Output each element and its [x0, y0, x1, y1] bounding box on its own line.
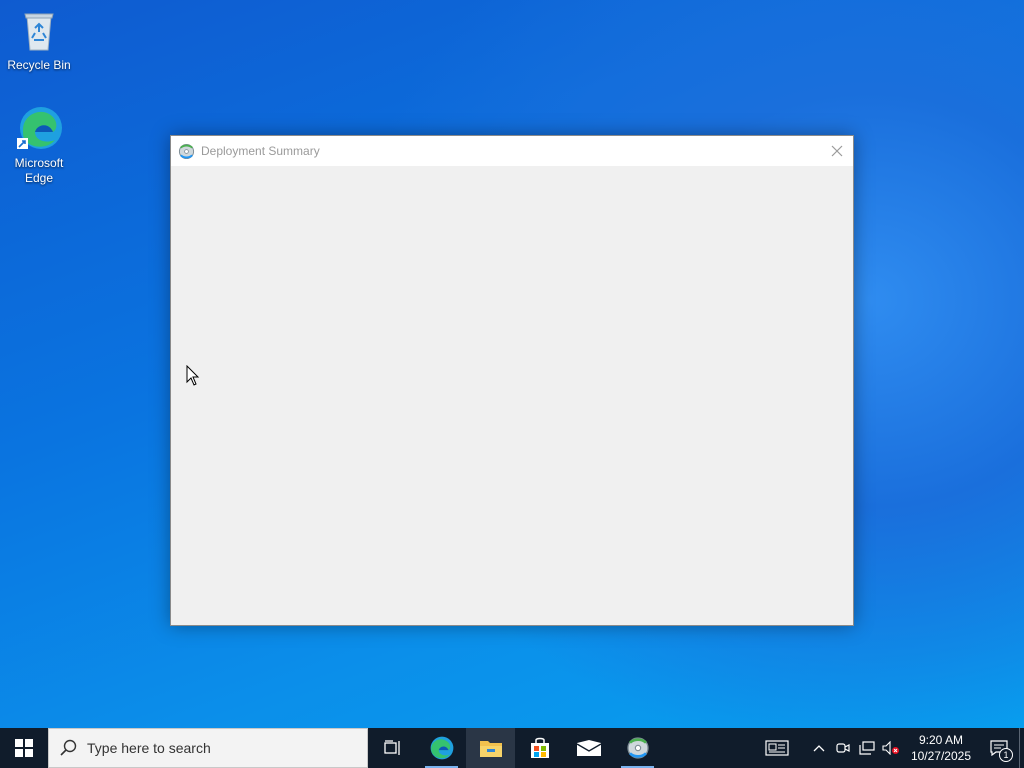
close-button[interactable] — [821, 136, 853, 166]
deployment-summary-window: Deployment Summary — [170, 135, 854, 626]
recycle-bin-icon — [24, 13, 54, 51]
show-desktop-button[interactable] — [1019, 728, 1024, 768]
desktop-icon-label: Microsoft Edge — [14, 156, 64, 185]
volume-muted-icon — [882, 741, 899, 755]
search-placeholder: Type here to search — [87, 740, 211, 756]
tray-meet-now-button[interactable] — [831, 728, 855, 768]
desktop-icon-recycle-bin[interactable]: Recycle Bin — [3, 6, 75, 73]
folder-icon — [479, 741, 502, 757]
window-titlebar[interactable]: Deployment Summary — [171, 136, 853, 166]
window-title: Deployment Summary — [201, 144, 320, 158]
chevron-up-icon — [813, 745, 825, 752]
taskbar-mail-button[interactable] — [564, 728, 613, 768]
edge-icon — [430, 736, 453, 760]
system-tray: 9:20 AM 10/27/2025 1 — [757, 728, 1024, 768]
windows-logo-icon — [15, 739, 33, 757]
action-center-button[interactable]: 1 — [979, 728, 1019, 768]
clock-time: 9:20 AM — [918, 733, 963, 747]
mail-icon — [576, 740, 601, 756]
show-hidden-icons-button[interactable] — [807, 728, 831, 768]
mouse-cursor-icon — [186, 365, 200, 386]
search-icon — [60, 739, 77, 756]
taskbar-clock[interactable]: 9:20 AM 10/27/2025 — [903, 732, 979, 764]
tray-volume-button[interactable] — [879, 728, 903, 768]
tray-network-button[interactable] — [855, 728, 879, 768]
news-widget-button[interactable] — [757, 728, 797, 768]
task-view-icon — [383, 740, 400, 755]
taskbar-file-explorer-button[interactable] — [466, 728, 515, 768]
edge-icon — [17, 107, 62, 149]
camera-icon — [836, 743, 850, 753]
news-icon — [765, 740, 789, 756]
taskbar-search-box[interactable]: Type here to search — [48, 728, 368, 768]
store-icon — [530, 737, 549, 758]
window-content-area — [171, 166, 853, 625]
notification-count-badge: 1 — [999, 748, 1013, 762]
network-icon — [859, 741, 875, 755]
start-button[interactable] — [0, 728, 48, 768]
close-icon — [831, 145, 843, 157]
desktop-icon-microsoft-edge[interactable]: Microsoft Edge — [3, 104, 75, 186]
desktop-icon-label: Recycle Bin — [7, 58, 71, 72]
taskbar-deployment-button[interactable] — [613, 728, 662, 768]
task-view-button[interactable] — [368, 728, 417, 768]
taskbar: Type here to search 9:20 AM 10/27/2025 1 — [0, 728, 1024, 768]
deployment-app-icon — [178, 143, 195, 159]
deployment-app-icon — [626, 737, 649, 759]
taskbar-edge-button[interactable] — [417, 728, 466, 768]
clock-date: 10/27/2025 — [910, 749, 971, 763]
taskbar-store-button[interactable] — [515, 728, 564, 768]
